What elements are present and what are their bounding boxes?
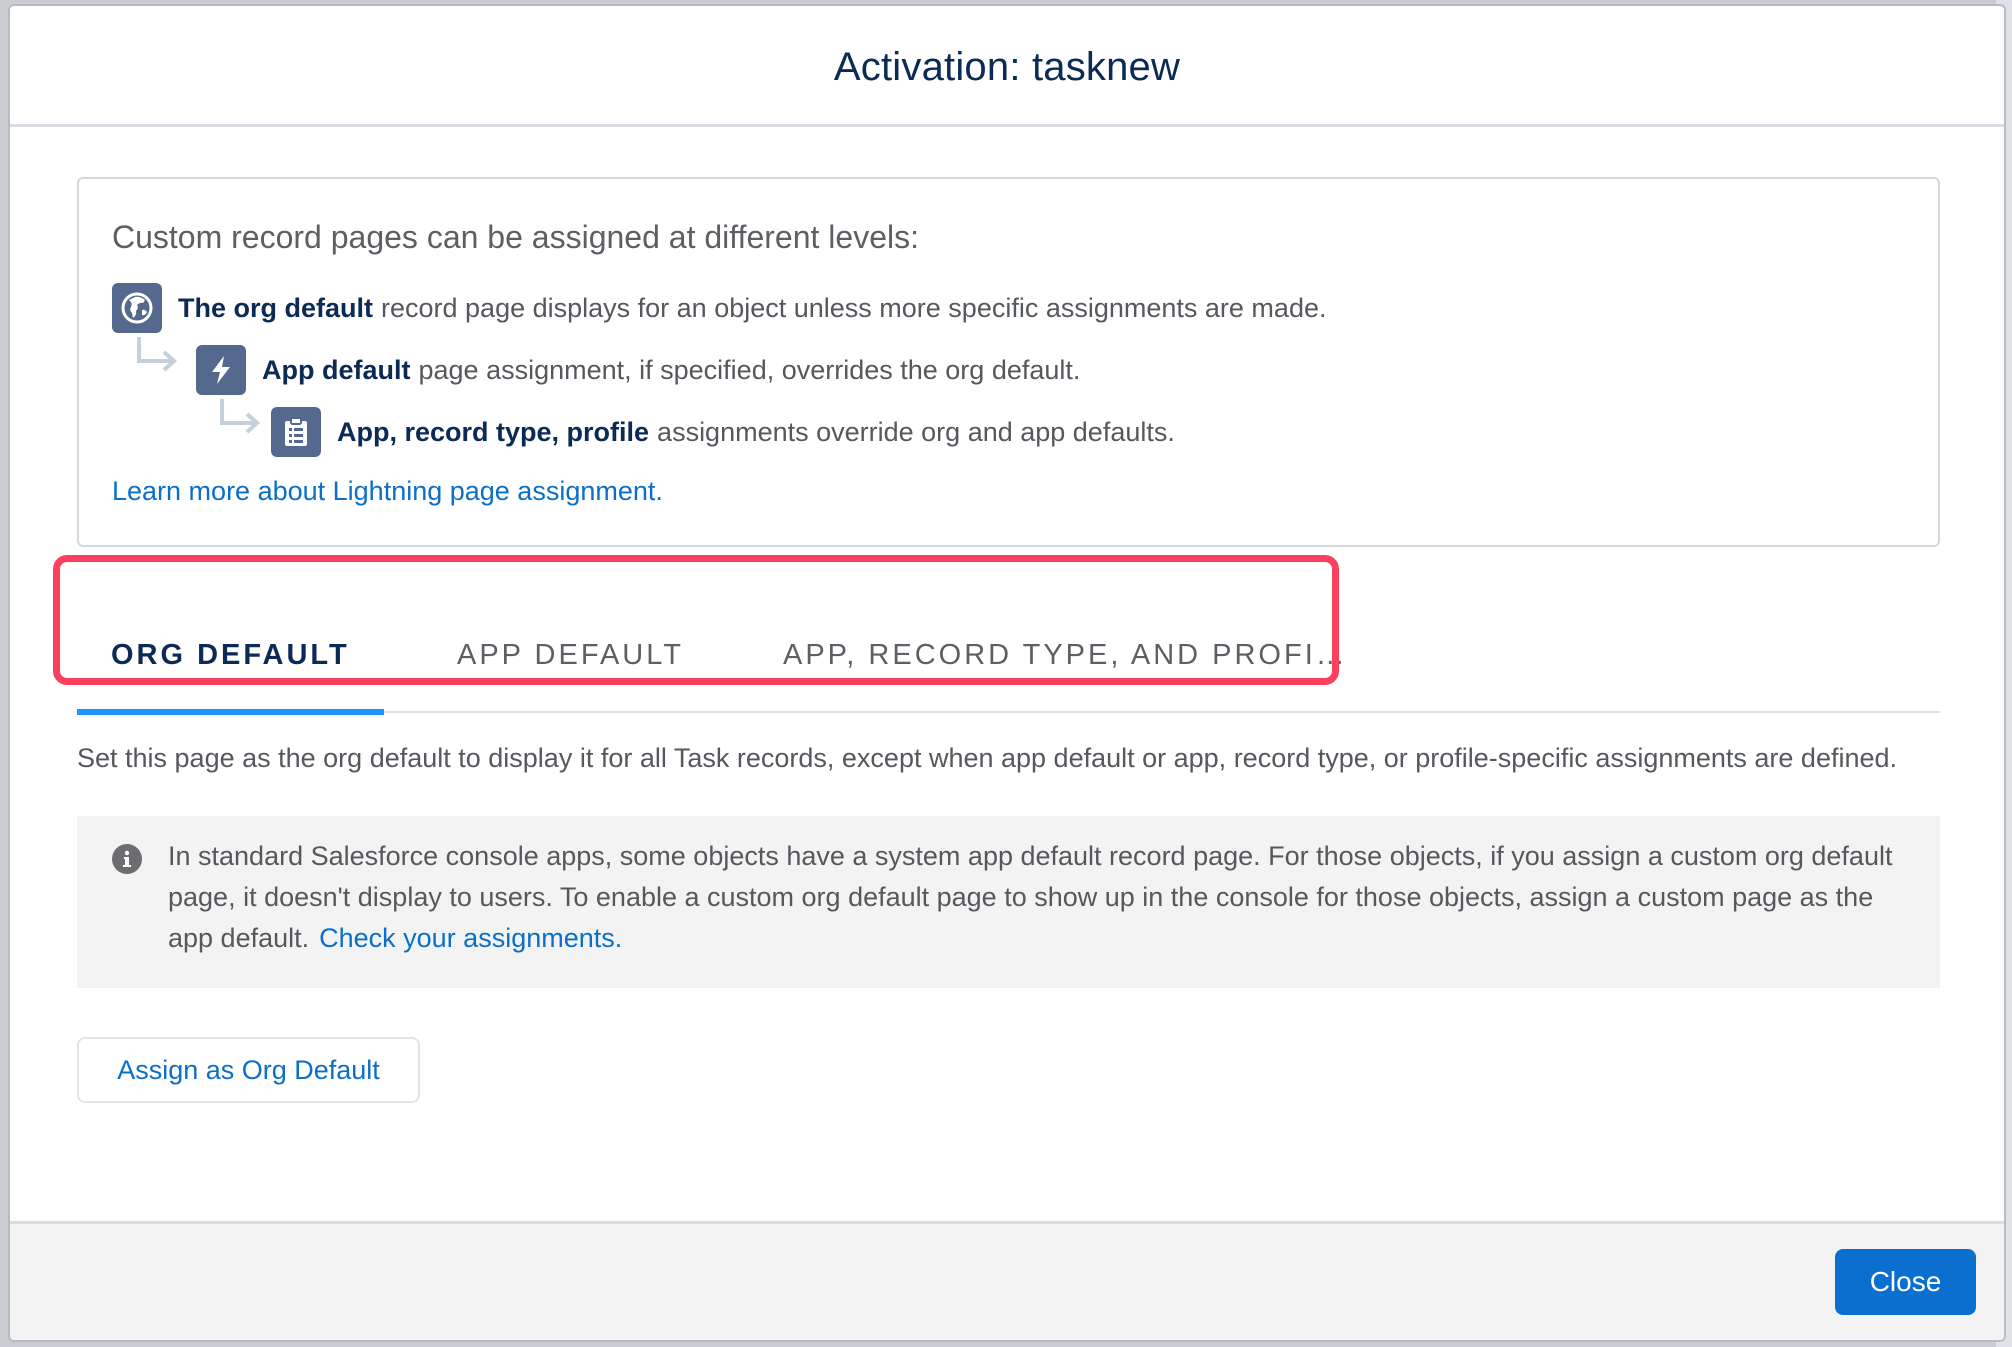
info-icon bbox=[112, 844, 142, 874]
level-app-default-text: page assignment, if specified, overrides… bbox=[418, 354, 1081, 385]
indent-arrow-icon bbox=[137, 337, 177, 372]
level-app-record-profile-text: assignments override org and app default… bbox=[657, 416, 1175, 447]
activation-modal: Activation: tasknew Custom record pages … bbox=[8, 4, 2006, 1342]
level-org-default: The org default record page displays for… bbox=[112, 283, 1326, 333]
console-notice: In standard Salesforce console apps, som… bbox=[77, 816, 1940, 988]
level-org-default-bold: The org default bbox=[178, 292, 373, 323]
modal-title: Activation: tasknew bbox=[833, 44, 1181, 89]
check-assignments-link[interactable]: Check your assignments. bbox=[319, 923, 622, 953]
level-app-record-profile-bold: App, record type, profile bbox=[337, 416, 650, 447]
close-button[interactable]: Close bbox=[1835, 1249, 1976, 1315]
level-app-default-bold: App default bbox=[262, 354, 411, 385]
modal-footer: Close bbox=[10, 1221, 2004, 1340]
modal-header: Activation: tasknew bbox=[10, 6, 2004, 127]
assignment-levels-panel: Custom record pages can be assigned at d… bbox=[77, 177, 1940, 547]
org-default-description: Set this page as the org default to disp… bbox=[77, 743, 1898, 773]
level-app-default: App default page assignment, if specifie… bbox=[196, 345, 1080, 395]
learn-more-link[interactable]: Learn more about Lightning page assignme… bbox=[112, 476, 663, 507]
globe-icon bbox=[112, 283, 162, 333]
indent-arrow-icon bbox=[220, 399, 260, 434]
level-app-record-profile: App, record type, profile assignments ov… bbox=[271, 407, 1175, 457]
level-org-default-text: record page displays for an object unles… bbox=[381, 292, 1327, 323]
notice-text: In standard Salesforce console apps, som… bbox=[168, 836, 1908, 959]
tabs-highlight-annotation bbox=[53, 555, 1339, 685]
levels-heading: Custom record pages can be assigned at d… bbox=[112, 219, 919, 255]
clipboard-list-icon bbox=[271, 407, 321, 457]
assign-org-default-button[interactable]: Assign as Org Default bbox=[77, 1037, 420, 1103]
lightning-bolt-icon bbox=[196, 345, 246, 395]
modal-body: Custom record pages can be assigned at d… bbox=[10, 127, 2004, 1225]
